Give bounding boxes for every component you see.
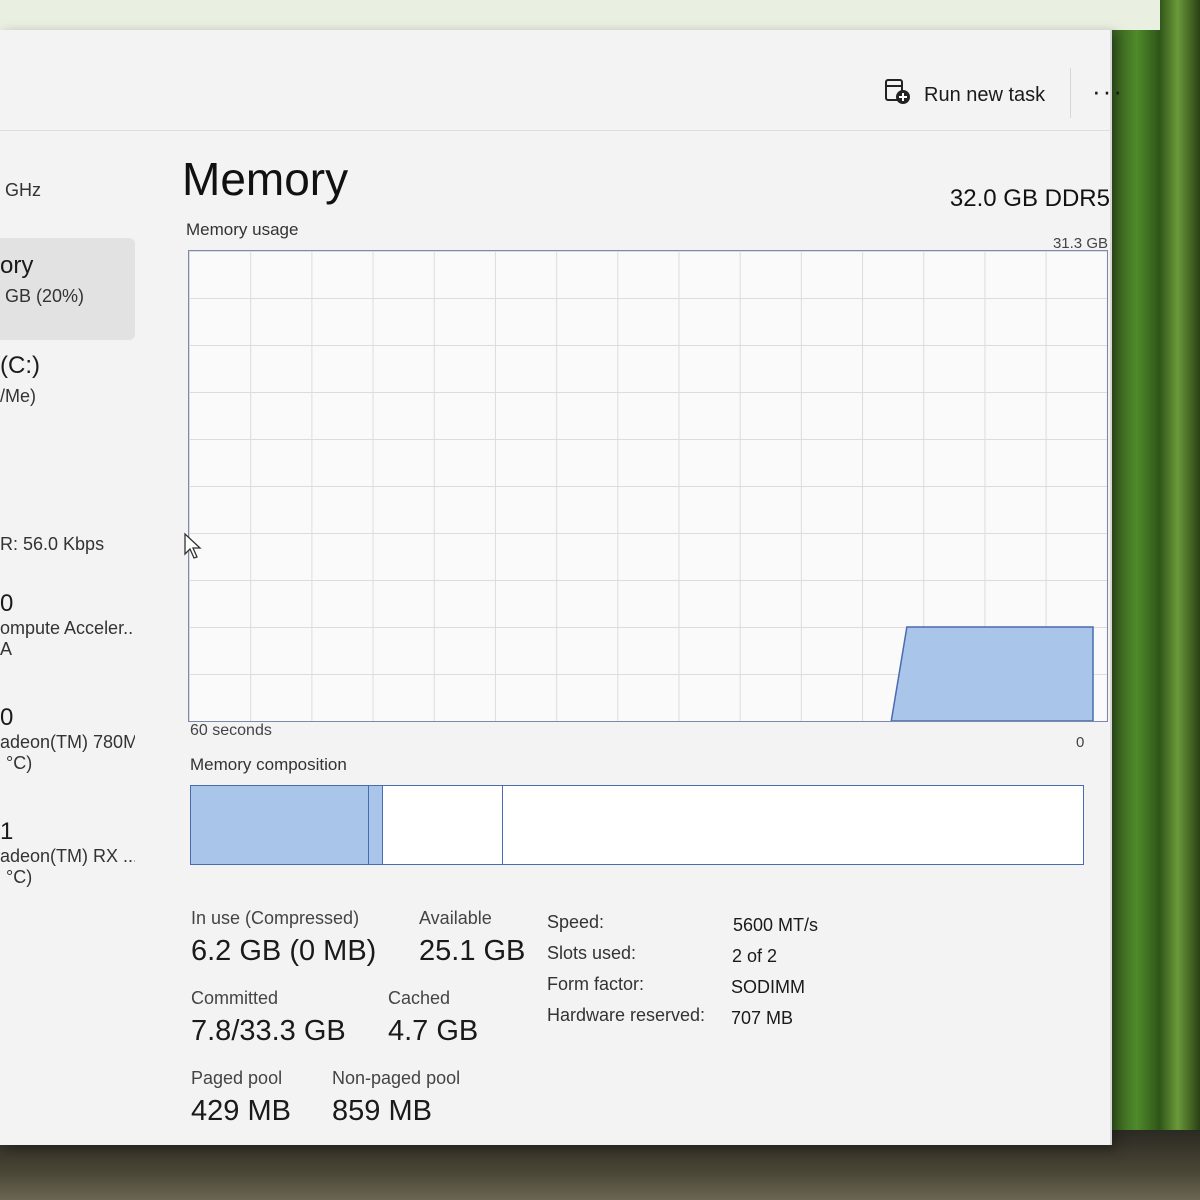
sidebar-item-disk-detail: /Me) bbox=[0, 386, 36, 406]
more-options-button[interactable]: ··· bbox=[1092, 76, 1124, 107]
sidebar-item-gpu0[interactable]: 0 adeon(TM) 780M °C) bbox=[0, 704, 135, 774]
detail-form-label: Form factor: bbox=[547, 974, 645, 994]
mouse-cursor-icon bbox=[183, 532, 203, 565]
stat-paged-pool-label: Paged pool bbox=[191, 1068, 283, 1088]
graph-time-span: 60 seconds bbox=[190, 722, 272, 739]
stat-nonpaged-pool-value: 859 MB bbox=[332, 1095, 432, 1127]
sidebar-item-gpu1-label: 1 bbox=[0, 818, 14, 845]
stat-paged-pool-value: 429 MB bbox=[191, 1095, 291, 1127]
detail-hw-reserved-value: 707 MB bbox=[731, 1008, 794, 1028]
sidebar-item-disk-label: (C:) bbox=[0, 352, 40, 379]
stat-cached: Cached 4.7 GB bbox=[388, 988, 478, 1048]
memory-composition-bar bbox=[190, 785, 1084, 865]
stat-available-label: Available bbox=[419, 908, 492, 928]
stat-nonpaged-pool: Non-paged pool 859 MB bbox=[332, 1068, 460, 1128]
memory-composition-label: Memory composition bbox=[190, 755, 347, 774]
sidebar-item-memory-label: ory bbox=[0, 252, 34, 279]
window-title-strip bbox=[0, 0, 1160, 30]
sidebar-item-npu-label: 0 bbox=[0, 590, 14, 617]
sidebar-item-npu-detail: ompute Acceler.. bbox=[0, 618, 134, 638]
detail-speed-value: 5600 MT/s bbox=[733, 915, 819, 935]
stat-in-use: In use (Compressed) 6.2 GB (0 MB) bbox=[191, 908, 376, 968]
detail-form-value: SODIMM bbox=[731, 977, 805, 997]
stat-committed-value: 7.8/33.3 GB bbox=[191, 1015, 346, 1047]
sidebar-item-network[interactable]: R: 56.0 Kbps bbox=[0, 534, 135, 555]
sidebar-item-gpu1-detail: adeon(TM) RX ... bbox=[0, 846, 135, 866]
composition-modified[interactable] bbox=[369, 786, 383, 864]
sidebar-item-gpu0-label: 0 bbox=[0, 704, 14, 731]
composition-in-use[interactable] bbox=[191, 786, 370, 864]
sidebar-item-memory-detail: GB (20%) bbox=[5, 286, 85, 306]
sidebar-item-memory[interactable]: ory GB (20%) bbox=[0, 238, 135, 340]
stat-in-use-value: 6.2 GB (0 MB) bbox=[191, 935, 377, 967]
memory-usage-area bbox=[890, 626, 1094, 721]
stat-available: Available 25.1 GB bbox=[419, 908, 525, 968]
graph-min-value: 0 bbox=[1076, 734, 1085, 751]
detail-slots-value: 2 of 2 bbox=[732, 946, 778, 966]
page-title: Memory bbox=[182, 153, 349, 205]
sidebar-item-network-detail: R: 56.0 Kbps bbox=[0, 534, 105, 554]
sidebar-item-cpu[interactable]: GHz bbox=[0, 180, 135, 201]
detail-speed-label: Speed: bbox=[547, 912, 605, 932]
background-foliage bbox=[1110, 0, 1200, 1200]
stat-cached-label: Cached bbox=[388, 988, 451, 1008]
memory-spec: 32.0 GB DDR5 bbox=[949, 185, 1110, 212]
sidebar-item-npu[interactable]: 0 ompute Acceler.. A bbox=[0, 590, 135, 660]
memory-usage-label: Memory usage bbox=[186, 220, 299, 239]
stat-paged-pool: Paged pool 429 MB bbox=[191, 1068, 291, 1128]
stat-in-use-label: In use (Compressed) bbox=[191, 908, 360, 928]
composition-free[interactable] bbox=[503, 786, 1083, 864]
detail-hw-reserved-label: Hardware reserved: bbox=[547, 1005, 706, 1025]
stat-cached-value: 4.7 GB bbox=[388, 1015, 479, 1047]
sidebar-item-disk[interactable]: (C:) /Me) bbox=[0, 352, 135, 407]
run-task-icon bbox=[884, 78, 912, 112]
sidebar-item-gpu0-detail: adeon(TM) 780M bbox=[0, 732, 135, 752]
composition-standby[interactable] bbox=[382, 786, 504, 864]
command-bar: Run new task ··· bbox=[0, 30, 1122, 131]
sidebar-item-gpu1[interactable]: 1 adeon(TM) RX ... °C) bbox=[0, 818, 135, 888]
stat-committed-label: Committed bbox=[191, 988, 279, 1008]
run-new-task-label: Run new task bbox=[924, 83, 1046, 106]
sidebar-item-gpu1-temp: °C) bbox=[6, 867, 33, 887]
sidebar: GHz ory GB (20%) (C:) /Me) R: 56.0 Kbps … bbox=[0, 130, 140, 1145]
sidebar-item-cpu-detail: GHz bbox=[5, 180, 41, 200]
stat-committed: Committed 7.8/33.3 GB bbox=[191, 988, 346, 1048]
memory-usage-graph bbox=[188, 250, 1108, 722]
stat-available-value: 25.1 GB bbox=[419, 935, 526, 967]
memory-panel: Memory 32.0 GB DDR5 Memory usage 31.3 GB… bbox=[150, 130, 1110, 1145]
task-manager-window: Run new task ··· GHz ory GB (20%) (C:) /… bbox=[0, 30, 1122, 1145]
sidebar-item-gpu0-temp: °C) bbox=[6, 753, 33, 773]
sidebar-item-npu-extra: A bbox=[0, 639, 13, 659]
stat-nonpaged-pool-label: Non-paged pool bbox=[332, 1068, 461, 1088]
toolbar-separator bbox=[1070, 68, 1071, 118]
run-new-task-button[interactable]: Run new task bbox=[884, 78, 1045, 112]
detail-slots-label: Slots used: bbox=[547, 943, 637, 963]
